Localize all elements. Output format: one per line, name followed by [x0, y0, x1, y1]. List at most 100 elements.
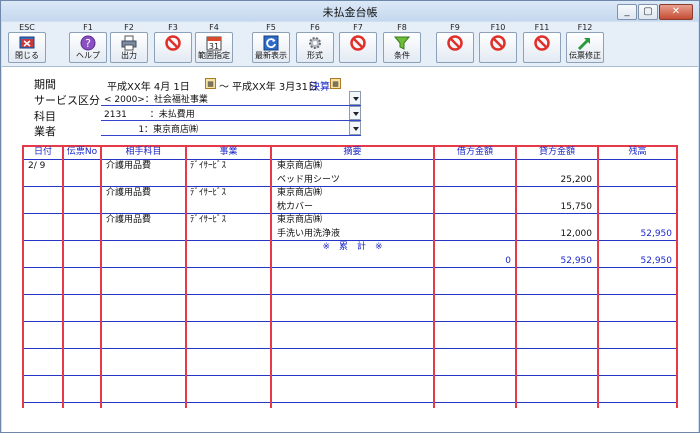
column-divider — [100, 145, 102, 408]
f3-disabled-button[interactable] — [154, 32, 192, 63]
fkey-f12: F12 — [577, 23, 593, 32]
col-header-business: 事業 — [219, 147, 238, 157]
column-divider — [676, 145, 678, 408]
edit-slip-label: 伝票修正 — [569, 51, 601, 60]
chevron-down-icon[interactable] — [349, 91, 361, 105]
row-divider — [22, 348, 678, 349]
total-debit: 0 — [505, 256, 511, 266]
col-header-memo: 摘要 — [343, 147, 362, 157]
f10-disabled-button[interactable] — [479, 32, 517, 63]
fkey-f8: F8 — [397, 23, 407, 32]
total-balance: 52,950 — [640, 256, 673, 266]
row-divider — [22, 267, 678, 268]
ledger-window: 未払金台帳 _ ▢ ✕ ESC 閉じる F1 ? ヘルプ F2 出力 F3 F4… — [0, 0, 700, 433]
refresh-label: 最新表示 — [255, 51, 287, 60]
row-divider — [22, 294, 678, 295]
row-divider — [22, 402, 678, 403]
chevron-down-icon[interactable] — [349, 106, 361, 120]
prohibited-icon — [534, 35, 550, 51]
row-memo-vendor: 東京商店㈱ — [277, 215, 323, 225]
filter-icon — [394, 36, 410, 50]
account-value: 2131 ：未払費用 — [104, 110, 195, 120]
close-screen-button[interactable]: 閉じる — [8, 32, 46, 63]
total-credit: 52,950 — [560, 256, 593, 266]
fkey-esc: ESC — [19, 23, 35, 32]
help-label: ヘルプ — [76, 51, 100, 60]
prohibited-icon — [447, 35, 463, 51]
fkey-f5: F5 — [266, 23, 276, 32]
title-bar: 未払金台帳 _ ▢ ✕ — [1, 1, 699, 21]
refresh-icon — [263, 35, 279, 51]
period-start-calendar-icon[interactable]: ▦ — [205, 78, 216, 89]
ledger-table: 日付 伝票No 相手科目 事業 摘要 借方金額 貸方金額 残高 2/ 9 介護用… — [22, 145, 678, 408]
f11-disabled-button[interactable] — [523, 32, 561, 63]
f7-disabled-button[interactable] — [339, 32, 377, 63]
output-button[interactable]: 出力 — [110, 32, 148, 63]
print-icon — [121, 35, 137, 51]
fkey-f4: F4 — [209, 23, 219, 32]
row-credit: 15,750 — [560, 202, 593, 212]
column-divider — [597, 145, 599, 408]
format-button[interactable]: 形式 — [296, 32, 334, 63]
account-select[interactable]: 2131 ：未払費用 — [101, 106, 361, 121]
column-divider — [62, 145, 64, 408]
row-business: ﾃﾞｲｻｰﾋﾞｽ — [190, 215, 227, 225]
col-header-slip: 伝票No — [66, 147, 98, 157]
fkey-f1: F1 — [83, 23, 93, 32]
service-select[interactable]: < 2000>：社会福祉事業 — [101, 91, 361, 106]
restore-button[interactable]: ▢ — [638, 4, 658, 20]
row-credit: 25,200 — [560, 175, 593, 185]
row-date: 2/ 9 — [28, 161, 46, 171]
range-label: 範囲指定 — [198, 51, 230, 60]
edit-slip-button[interactable]: 伝票修正 — [566, 32, 604, 63]
service-value: < 2000>：社会福祉事業 — [104, 95, 208, 105]
condition-button[interactable]: 条件 — [383, 32, 421, 63]
vendor-value: 1：東京商店㈱ — [104, 125, 199, 135]
account-label: 科目 — [34, 110, 56, 123]
fkey-f10: F10 — [490, 23, 506, 32]
range-button[interactable]: 31 範囲指定 — [195, 32, 233, 63]
output-label: 出力 — [121, 51, 137, 60]
fkey-f3: F3 — [168, 23, 178, 32]
window-title: 未払金台帳 — [322, 6, 378, 19]
refresh-button[interactable]: 最新表示 — [252, 32, 290, 63]
row-business: ﾃﾞｲｻｰﾋﾞｽ — [190, 161, 227, 171]
fkey-f2: F2 — [124, 23, 134, 32]
row-memo-vendor: 東京商店㈱ — [277, 161, 323, 171]
row-memo-item: ベッド用シーツ — [277, 175, 340, 185]
f9-disabled-button[interactable] — [436, 32, 474, 63]
column-divider — [433, 145, 435, 408]
row-memo-item: 枕カバー — [277, 202, 314, 212]
arrow-up-right-icon — [577, 37, 591, 51]
close-window-icon — [19, 36, 35, 49]
prohibited-icon — [350, 35, 366, 51]
function-key-toolbar: ESC 閉じる F1 ? ヘルプ F2 出力 F3 F4 31 範囲指定 F5 … — [2, 22, 698, 67]
close-button[interactable]: ✕ — [659, 4, 693, 20]
vendor-label: 業者 — [34, 125, 56, 138]
row-account: 介護用品費 — [106, 215, 152, 225]
format-label: 形式 — [307, 51, 323, 60]
col-header-date: 日付 — [33, 147, 52, 157]
period-end-calendar-icon[interactable]: ▦ — [330, 78, 341, 89]
total-label: ※ 累 計 ※ — [322, 242, 383, 252]
help-button[interactable]: ? ヘルプ — [69, 32, 107, 63]
period-label: 期間 — [34, 78, 56, 91]
vendor-select[interactable]: 1：東京商店㈱ — [101, 121, 361, 136]
row-memo-vendor: 東京商店㈱ — [277, 188, 323, 198]
row-divider — [22, 321, 678, 322]
chevron-down-icon[interactable] — [349, 121, 361, 135]
col-header-balance: 残高 — [628, 147, 647, 157]
column-divider — [22, 145, 24, 408]
svg-text:?: ? — [85, 37, 91, 50]
calendar-icon: 31 — [206, 36, 222, 51]
prohibited-icon — [165, 35, 181, 51]
row-credit: 12,000 — [560, 229, 593, 239]
fkey-f9: F9 — [450, 23, 460, 32]
row-business: ﾃﾞｲｻｰﾋﾞｽ — [190, 188, 227, 198]
minimize-button[interactable]: _ — [617, 4, 637, 20]
col-header-debit: 借方金額 — [456, 147, 493, 157]
help-icon: ? — [80, 35, 96, 51]
row-divider — [22, 375, 678, 376]
row-balance: 52,950 — [640, 229, 673, 239]
gear-icon — [309, 37, 321, 49]
